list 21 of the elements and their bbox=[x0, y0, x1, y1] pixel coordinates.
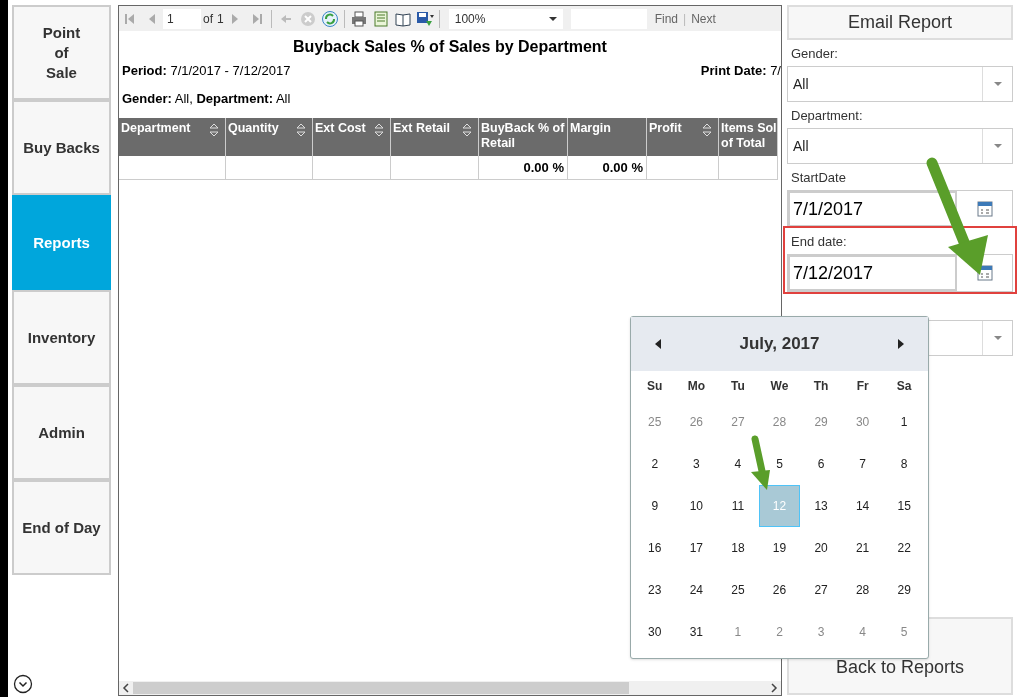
field-label: StartDate bbox=[790, 168, 847, 187]
table-cell-text: 0.00 % bbox=[523, 158, 564, 177]
filters-text: Gender: All, Department: All bbox=[121, 89, 292, 108]
print-date-text: Print Date: 7/ bbox=[700, 62, 781, 80]
separator-text: | bbox=[683, 10, 687, 28]
weekday-label: Su bbox=[647, 378, 663, 395]
weekday-label: Fr bbox=[856, 378, 869, 395]
weekday-label: Th bbox=[813, 378, 829, 395]
weekday-label: Tu bbox=[731, 378, 745, 395]
table-cell-text: 0.00 % bbox=[602, 158, 643, 177]
weekday-label: Sa bbox=[896, 378, 912, 395]
period-text: Period: 7/1/2017 - 7/12/2017 bbox=[122, 62, 291, 80]
field-label: Department: bbox=[790, 106, 864, 125]
month-title: July, 2017 bbox=[739, 333, 820, 356]
of-label: of bbox=[203, 10, 213, 28]
weekday-label: Mo bbox=[687, 378, 705, 395]
page-count: 1 bbox=[217, 10, 224, 28]
field-label: Gender: bbox=[790, 44, 839, 63]
field-label: End date: bbox=[790, 232, 848, 251]
weekday-label: We bbox=[770, 378, 789, 395]
report-title: Buyback Sales % of Sales by Department bbox=[292, 37, 608, 57]
